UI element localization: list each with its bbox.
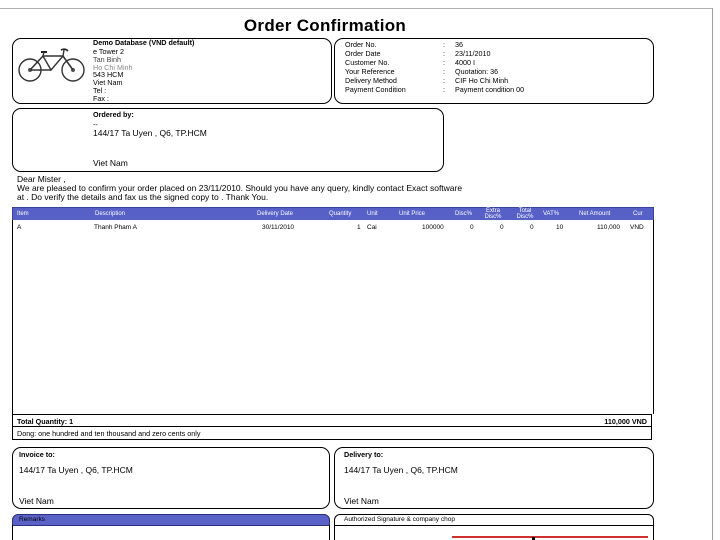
row-net-amount: 110,000 xyxy=(597,224,621,231)
delivery-to-box: Delivery to: 144/17 Ta Uyen , Q6, TP.HCM… xyxy=(334,447,654,509)
company-name: Demo Database (VND default) xyxy=(93,38,195,47)
invoice-to-box: Invoice to: 144/17 Ta Uyen , Q6, TP.HCM … xyxy=(12,447,330,509)
customer-no-colon: : xyxy=(443,58,445,67)
document-title: Order Confirmation xyxy=(243,16,407,35)
order-date-label: Order Date xyxy=(345,49,381,58)
ordered-by-box: Ordered by: -- 144/17 Ta Uyen , Q6, TP.H… xyxy=(12,108,444,172)
col-header-quantity: Quantity xyxy=(329,211,352,217)
ordered-by-address: 144/17 Ta Uyen , Q6, TP.HCM xyxy=(93,128,207,138)
signature-red-line xyxy=(452,536,648,538)
delivery-to-country: Viet Nam xyxy=(344,496,379,506)
col-header-description: Description xyxy=(95,211,126,217)
ordered-by-label: Ordered by: xyxy=(93,110,134,119)
order-no-colon: : xyxy=(443,40,445,49)
your-reference-colon: : xyxy=(443,67,445,76)
col-header-item: Item xyxy=(17,211,29,217)
payment-condition-colon: : xyxy=(443,85,445,94)
row-unit: Cai xyxy=(367,224,377,231)
delivery-method-value: CIF Ho Chi Minh xyxy=(455,76,509,85)
total-quantity: Total Quantity: 1 xyxy=(17,417,74,426)
col-header-delivery-date: Delivery Date xyxy=(257,211,294,217)
row-item: A xyxy=(17,224,22,231)
payment-condition-label: Payment Condition xyxy=(345,85,406,94)
remarks-box xyxy=(12,525,330,540)
page-right-border xyxy=(712,8,713,540)
page-top-border xyxy=(0,8,712,9)
col-header-disc: Disc% xyxy=(455,211,473,217)
col-header-currency: Cur xyxy=(633,211,643,217)
delivery-method-label: Delivery Method xyxy=(345,76,397,85)
invoice-to-address: 144/17 Ta Uyen , Q6, TP.HCM xyxy=(19,465,133,475)
col-header-extra-disc: Extra Disc% xyxy=(484,208,502,220)
col-header-vat: VAT% xyxy=(543,211,560,217)
col-header-total-disc: Total Disc% xyxy=(516,208,534,220)
your-reference-value: Quotation: 36 xyxy=(455,67,499,76)
order-date-value: 23/11/2010 xyxy=(455,49,491,58)
letter-line-2: at . Do verify the details and fax us th… xyxy=(17,192,269,202)
row-delivery-date: 30/11/2010 xyxy=(262,224,295,231)
row-disc: 0 xyxy=(470,224,474,231)
order-info-box: Order No. Order Date Customer No. Your R… xyxy=(334,38,654,104)
total-amount: 110,000 VND xyxy=(604,417,647,426)
invoice-to-label: Invoice to: xyxy=(19,450,55,459)
delivery-method-colon: : xyxy=(443,76,445,85)
row-unit-price: 100000 xyxy=(422,224,444,231)
your-reference-label: Your Reference xyxy=(345,67,395,76)
customer-no-label: Customer No. xyxy=(345,58,390,67)
delivery-to-address: 144/17 Ta Uyen , Q6, TP.HCM xyxy=(344,465,458,475)
row-extra-disc: 0 xyxy=(500,224,504,231)
table-body xyxy=(12,220,654,414)
remarks-label: Remarks xyxy=(19,516,46,523)
payment-condition-value: Payment condition 00 xyxy=(455,85,525,94)
order-no-label: Order No. xyxy=(345,40,377,49)
amount-in-words-row: Dong: one hundred and ten thousand and z… xyxy=(12,427,652,440)
col-header-unit-price: Unit Price xyxy=(399,211,426,217)
delivery-to-label: Delivery to: xyxy=(344,450,384,459)
invoice-to-country: Viet Nam xyxy=(19,496,54,506)
row-total-disc: 0 xyxy=(530,224,534,231)
col-header-unit: Unit xyxy=(367,211,378,217)
amount-in-words: Dong: one hundred and ten thousand and z… xyxy=(17,429,201,438)
row-vat: 10 xyxy=(556,224,564,231)
company-info-box: Demo Database (VND default) e Tower 2 Ta… xyxy=(12,38,332,104)
signature-label: Authorized Signature & company chop xyxy=(344,516,455,523)
row-currency: VND xyxy=(630,224,644,231)
order-no-value: 36 xyxy=(455,40,463,49)
col-header-net-amount: Net Amount xyxy=(579,211,611,217)
order-date-colon: : xyxy=(443,49,445,58)
company-fax: Fax : xyxy=(93,94,109,103)
customer-no-value: 4000 I xyxy=(455,58,475,67)
total-row: Total Quantity: 1 110,000 VND xyxy=(12,414,652,427)
row-quantity: 1 xyxy=(357,224,361,231)
row-description: Thanh Pham A xyxy=(94,224,137,231)
ordered-by-country: Viet Nam xyxy=(93,158,128,168)
bicycle-logo-icon xyxy=(18,48,85,82)
